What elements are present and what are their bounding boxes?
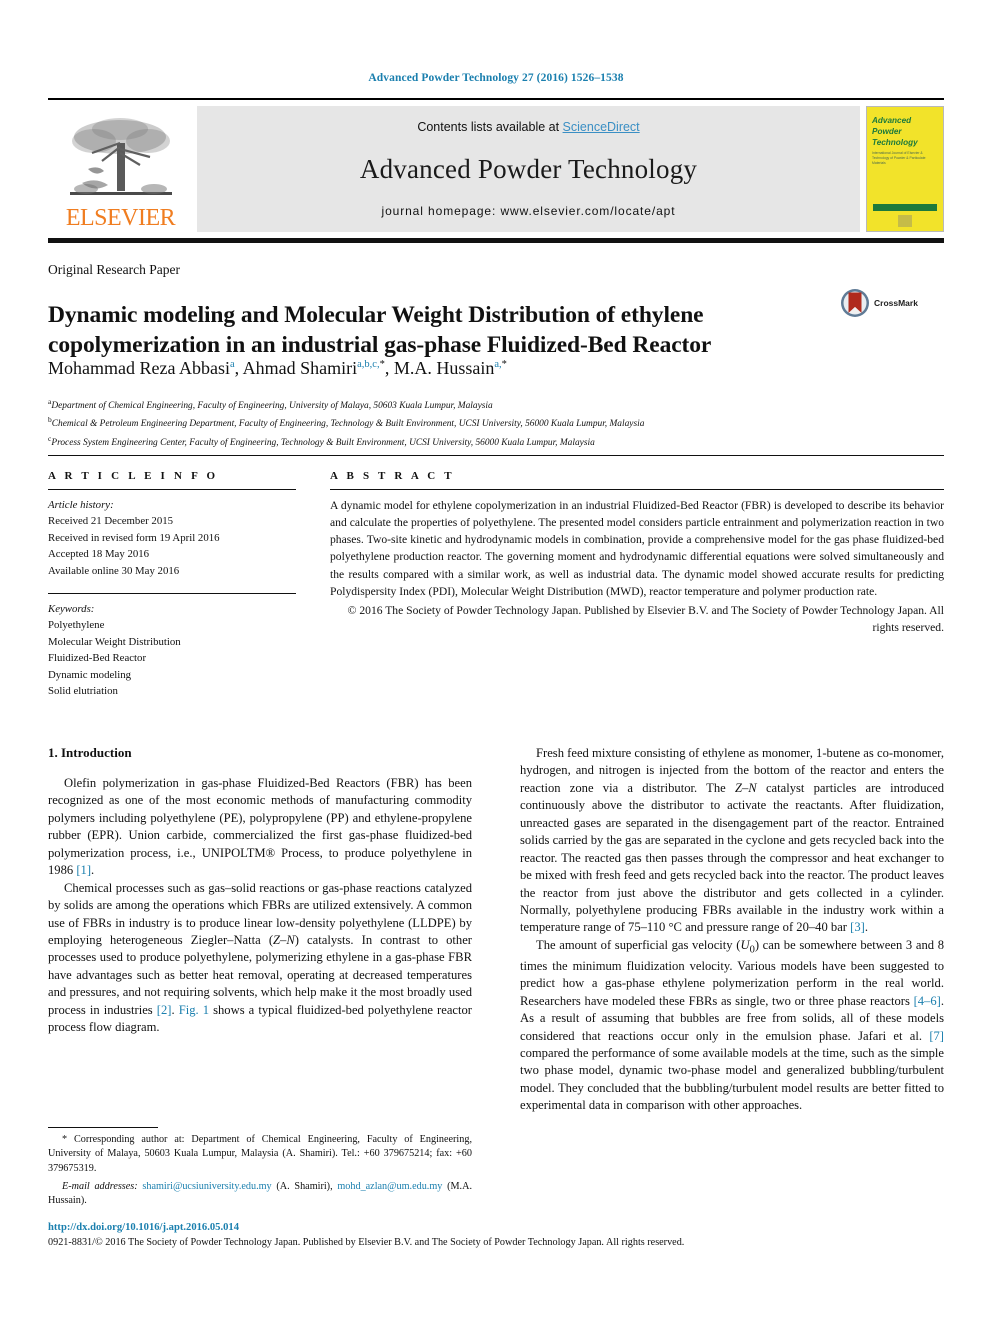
footnote-block: * Corresponding author at: Department of…	[48, 1133, 472, 1208]
elsevier-tree-icon	[69, 118, 172, 195]
abstract-copyright: © 2016 The Society of Powder Technology …	[347, 603, 944, 635]
paragraph: Chemical processes such as gas–solid rea…	[48, 880, 473, 1035]
crossmark-label: CrossMark	[874, 298, 918, 308]
elsevier-logo: ELSEVIER	[48, 106, 193, 232]
email-owner-shamiri: (A. Shamiri)	[276, 1180, 331, 1192]
keyword-item: Polyethylene	[48, 619, 105, 632]
history-item: Received in revised form 19 April 2016	[48, 531, 220, 544]
article-info-heading: A R T I C L E I N F O	[48, 470, 219, 482]
body-column-right: Fresh feed mixture consisting of ethylen…	[520, 745, 944, 1115]
affiliation-c: cProcess System Engineering Center, Facu…	[48, 433, 928, 451]
figure-ref[interactable]: Fig. 1	[179, 1003, 209, 1017]
elsevier-wordmark: ELSEVIER	[65, 205, 176, 231]
history-item: Available online 30 May 2016	[48, 564, 180, 577]
abstract-divider	[330, 489, 944, 490]
email-link-hussain[interactable]: mohd_azlan@um.edu.my	[337, 1181, 442, 1192]
article-type-label: Original Research Paper	[48, 262, 180, 277]
body-column-left: 1. Introduction Olefin polymerization in…	[48, 745, 472, 1037]
keyword-item: Solid elutriation	[48, 685, 118, 698]
affiliation-a: aDepartment of Chemical Engineering, Fac…	[48, 396, 928, 414]
author-list: Mohammad Reza Abbasia, Ahmad Shamiria,b,…	[48, 358, 507, 378]
keyword-item: Dynamic modeling	[48, 668, 132, 681]
abstract-body: A dynamic model for ethylene copolymeriz…	[330, 499, 944, 598]
email-link-shamiri[interactable]: shamiri@ucsiuniversity.edu.my	[142, 1181, 271, 1192]
keyword-item: Molecular Weight Distribution	[48, 635, 181, 648]
cover-title: Advanced Powder Technology	[867, 107, 943, 148]
issn-copyright-line: 0921-8831/© 2016 The Society of Powder T…	[48, 1237, 685, 1248]
paragraph: Fresh feed mixture consisting of ethylen…	[520, 746, 944, 935]
corresponding-author-note: * Corresponding author at: Department of…	[48, 1134, 472, 1174]
keywords-label: Keywords:	[48, 603, 95, 616]
paragraph: The amount of superficial gas velocity (…	[520, 937, 944, 1113]
affiliation-text-a: Department of Chemical Engineering, Facu…	[51, 401, 493, 412]
page-title: Dynamic modeling and Molecular Weight Di…	[48, 301, 712, 358]
cover-subtitle: International Journal of Elsevier & Tech…	[872, 151, 926, 166]
email-addresses-label: E-mail addresses:	[62, 1180, 138, 1192]
paper-page: Advanced Powder Technology 27 (2016) 152…	[0, 0, 992, 1323]
article-info-divider	[48, 489, 296, 490]
footnote-rule	[48, 1127, 158, 1128]
running-head: Advanced Powder Technology 27 (2016) 152…	[368, 72, 624, 84]
abstract-heading: A B S T R A C T	[330, 470, 455, 482]
affiliation-list: aDepartment of Chemical Engineering, Fac…	[48, 396, 928, 451]
sciencedirect-link[interactable]: ScienceDirect	[563, 120, 640, 134]
email-note: E-mail addresses: shamiri@ucsiuniversity…	[48, 1180, 473, 1207]
citation-ref[interactable]: [3]	[850, 920, 865, 934]
journal-masthead: ELSEVIER Contents lists available at Sci…	[48, 98, 944, 232]
cover-publisher-mark-icon	[898, 215, 912, 227]
keyword-item: Fluidized-Bed Reactor	[48, 652, 147, 665]
article-info-panel: A R T I C L E I N F O Article history: R…	[48, 470, 296, 699]
journal-band: Contents lists available at ScienceDirec…	[197, 106, 860, 232]
journal-title: Advanced Powder Technology	[359, 153, 698, 184]
info-top-rule	[48, 455, 944, 456]
contents-line: Contents lists available at ScienceDirec…	[417, 120, 639, 134]
journal-homepage-link[interactable]: journal homepage: www.elsevier.com/locat…	[382, 204, 676, 218]
contents-prefix: Contents lists available at	[417, 120, 563, 134]
affiliation-text-c: Process System Engineering Center, Facul…	[51, 437, 595, 448]
crossmark-badge[interactable]: CrossMark	[840, 288, 918, 318]
article-history: Article history: Received 21 December 20…	[48, 497, 296, 579]
doi-link[interactable]: http://dx.doi.org/10.1016/j.apt.2016.05.…	[48, 1222, 239, 1233]
cover-title-line1: Advanced	[872, 116, 912, 125]
paragraph: Olefin polymerization in gas-phase Fluid…	[48, 776, 472, 878]
citation-ref[interactable]: [2]	[157, 1003, 172, 1017]
journal-cover-thumbnail: Advanced Powder Technology International…	[866, 106, 944, 232]
citation-ref[interactable]: [4–6]	[914, 994, 941, 1008]
keywords-divider	[48, 593, 296, 595]
section-heading-introduction: 1. Introduction	[48, 745, 132, 760]
article-history-label: Article history:	[48, 499, 114, 511]
keywords-list: Keywords: Polyethylene Molecular Weight …	[48, 601, 296, 699]
cover-green-band	[873, 204, 937, 211]
citation-ref[interactable]: [1]	[76, 863, 91, 877]
cover-title-line2: Powder	[872, 127, 902, 137]
crossmark-icon	[841, 289, 869, 317]
affiliation-text-b: Chemical & Petroleum Engineering Departm…	[51, 419, 645, 430]
cover-title-line3: Technology	[872, 138, 918, 148]
masthead-bottom-rule	[48, 238, 944, 243]
history-item: Received 21 December 2015	[48, 515, 174, 528]
history-item: Accepted 18 May 2016	[48, 548, 150, 561]
abstract-panel: A B S T R A C T A dynamic model for ethy…	[330, 470, 944, 636]
citation-ref[interactable]: [7]	[929, 1029, 944, 1043]
affiliation-b: bChemical & Petroleum Engineering Depart…	[48, 414, 928, 432]
